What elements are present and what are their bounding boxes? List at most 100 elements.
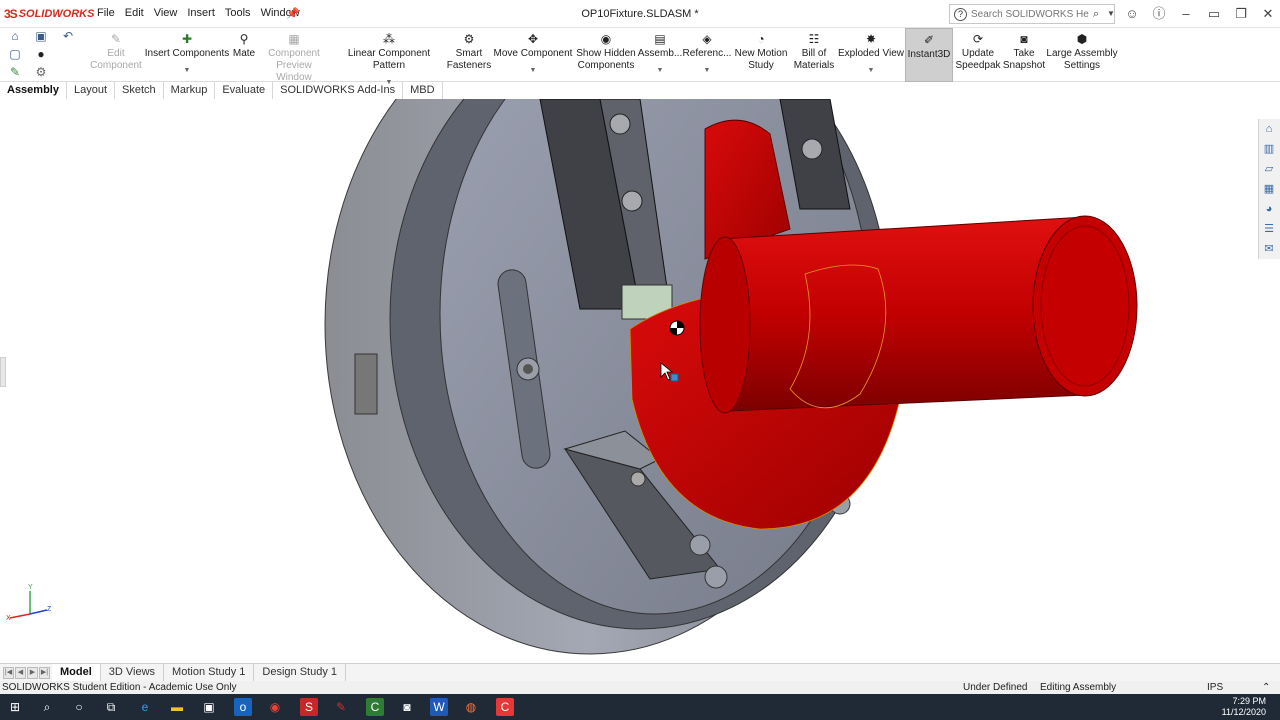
tab-mbd[interactable]: MBD	[403, 82, 443, 99]
new-motion-study-button[interactable]: ◔ New Motion Study	[732, 28, 790, 82]
solidworks-resources-icon[interactable]: ⌂	[1259, 119, 1279, 139]
search-icon[interactable]: ⌕	[38, 698, 56, 716]
search-dropdown-icon[interactable]: ▼	[1103, 6, 1119, 22]
update-speedpak-button[interactable]: ⟳ Update Speedpak	[954, 28, 1002, 82]
section-view-icon[interactable]: ◧	[556, 99, 570, 101]
scroll-next-icon[interactable]: ▶	[27, 666, 38, 679]
bom-label1: Bill of	[801, 48, 827, 59]
feature-manager-collapse-handle[interactable]	[0, 357, 6, 387]
maximize-icon[interactable]: ▭	[1206, 6, 1222, 22]
solidworks-taskbar-icon[interactable]: S	[300, 698, 318, 716]
hide-show-items-icon[interactable]: ◎	[624, 99, 638, 101]
assembly-features-button[interactable]: ▤ Assemb... ▼	[638, 28, 682, 82]
display-style-icon[interactable]: ◍	[607, 99, 621, 101]
file-explorer-icon[interactable]: ▬	[168, 698, 186, 716]
undo-icon[interactable]: ↶	[61, 29, 75, 43]
edit-component-icon: ✎	[110, 32, 122, 46]
tab-markup[interactable]: Markup	[164, 82, 216, 99]
magnifier-icon[interactable]: ⌕	[1093, 8, 1099, 21]
tab-solidworks-add-ins[interactable]: SOLIDWORKS Add-Ins	[273, 82, 404, 99]
zoom-area-icon[interactable]: ⊕	[522, 99, 536, 101]
tab-design-study-1[interactable]: Design Study 1	[254, 663, 347, 682]
custom-properties-icon[interactable]: ☰	[1259, 219, 1279, 239]
tab-assembly[interactable]: Assembly	[0, 82, 67, 99]
menu-view[interactable]: View	[149, 7, 183, 19]
view-palette-icon[interactable]: ▦	[1259, 179, 1279, 199]
solidworks-logo[interactable]: 3S SOLIDWORKS	[4, 6, 94, 22]
menu-tools[interactable]: Tools	[220, 7, 256, 19]
model-view[interactable]	[0, 99, 1280, 663]
status-expand-icon[interactable]: ⌃	[1262, 681, 1270, 694]
view-settings-icon[interactable]: ◆	[675, 99, 689, 101]
smart-fasteners-button[interactable]: ⚙ Smart Fasteners	[446, 28, 492, 82]
scroll-first-icon[interactable]: |◀	[3, 666, 14, 679]
bill-of-materials-button[interactable]: ☷ Bill of Materials	[790, 28, 838, 82]
scroll-last-icon[interactable]: ▶|	[39, 666, 50, 679]
tab-model[interactable]: Model	[52, 663, 101, 682]
camera-app-icon[interactable]: ◙	[398, 698, 416, 716]
component-preview-button[interactable]: ▦ Component Preview Window	[258, 28, 330, 83]
pin-icon[interactable]: 📌	[286, 7, 300, 20]
dynamic-annotation-icon[interactable]: ▣	[573, 99, 587, 101]
restore-icon[interactable]: ❐	[1233, 6, 1249, 22]
menu-edit[interactable]: Edit	[120, 7, 149, 19]
system-clock[interactable]: 7:29 PM 11/12/2020	[1222, 696, 1266, 718]
edit-appearance-icon[interactable]: ✿	[641, 99, 655, 101]
unit-system[interactable]: IPS	[1207, 681, 1223, 694]
tab-motion-study-1[interactable]: Motion Study 1	[164, 663, 255, 682]
apply-scene-icon[interactable]: ▭	[658, 99, 672, 101]
large-assembly-settings-button[interactable]: ⬢ Large Assembly Settings	[1046, 28, 1118, 82]
forum-icon[interactable]: ✉	[1259, 239, 1279, 259]
scroll-prev-icon[interactable]: ◀	[15, 666, 26, 679]
previous-view-icon[interactable]: ↺	[539, 99, 553, 101]
insert-components-button[interactable]: ✚ Insert Components ▼	[144, 28, 230, 82]
store-icon[interactable]: ▣	[200, 698, 218, 716]
red-cylinder-end[interactable]	[1032, 215, 1138, 397]
move-component-button[interactable]: ✥ Move Component ▼	[492, 28, 574, 82]
firefox-icon[interactable]: ◍	[462, 698, 480, 716]
tab-layout[interactable]: Layout	[67, 82, 116, 99]
take-snapshot-button[interactable]: ◙ Take Snapshot	[1002, 28, 1046, 82]
search-box[interactable]: ? ⌕	[949, 4, 1115, 24]
view-orientation-icon[interactable]: ❒	[590, 99, 604, 101]
windows-start-icon[interactable]: ⊞	[6, 698, 24, 716]
solidworks-tools-icon[interactable]: ✎	[332, 698, 350, 716]
appearances-icon[interactable]: ◕	[1259, 199, 1279, 219]
search-input[interactable]	[971, 8, 1089, 20]
task-view-icon[interactable]: ⧉	[102, 698, 120, 716]
save-icon[interactable]: ▣	[34, 29, 48, 43]
instant3d-icon: ✐	[923, 33, 935, 47]
chrome-icon[interactable]: ◉	[266, 698, 284, 716]
zoom-to-fit-icon[interactable]: ⌕	[505, 99, 519, 101]
user-circle-icon[interactable]: ☺	[1124, 6, 1140, 22]
tab-sketch[interactable]: Sketch	[115, 82, 164, 99]
show-hidden-button[interactable]: ◉ Show Hidden Components	[576, 28, 636, 82]
camtasia-icon[interactable]: C	[366, 698, 384, 716]
minimize-icon[interactable]: –	[1178, 6, 1194, 22]
mate-button[interactable]: ⚲ Mate	[230, 28, 258, 82]
tab-3d-views[interactable]: 3D Views	[101, 663, 165, 682]
menu-insert[interactable]: Insert	[182, 7, 220, 19]
word-icon[interactable]: W	[430, 698, 448, 716]
linear-pattern-button[interactable]: ⁂ Linear Component Pattern ▼	[332, 28, 446, 86]
select-icon[interactable]: ✎	[8, 65, 22, 79]
exploded-view-button[interactable]: ✸ Exploded View ▼	[838, 28, 904, 82]
home-icon[interactable]: ⌂	[8, 29, 22, 43]
help-icon[interactable]: ⓘ	[1151, 6, 1167, 22]
options-gear-icon[interactable]: ⚙	[34, 65, 48, 79]
edge-browser-icon[interactable]: e	[136, 698, 154, 716]
close-icon[interactable]: ✕	[1260, 6, 1276, 22]
menu-file[interactable]: File	[92, 7, 120, 19]
recorder-icon[interactable]: C	[496, 698, 514, 716]
outlook-icon[interactable]: o	[234, 698, 252, 716]
traffic-light-icon[interactable]: ●	[34, 47, 48, 61]
cortana-icon[interactable]: ○	[70, 698, 88, 716]
tab-evaluate[interactable]: Evaluate	[215, 82, 274, 99]
design-library-icon[interactable]: ▥	[1259, 139, 1279, 159]
instant3d-button[interactable]: ✐ Instant3D	[905, 28, 953, 82]
file-explorer-icon[interactable]: ▱	[1259, 159, 1279, 179]
edit-component-button[interactable]: ✎ Edit Component	[90, 28, 142, 82]
graphics-area[interactable]: Y Z X ⌕ ⊕ ↺ ◧ ▣ ❒ ◍ ◎ ✿ ▭ ◆ ▢ ▭ – ❐ ✕ ⌂ …	[0, 99, 1280, 663]
reference-geometry-button[interactable]: ◈ Referenc... ▼	[683, 28, 732, 82]
new-document-icon[interactable]: ▢	[8, 47, 22, 61]
